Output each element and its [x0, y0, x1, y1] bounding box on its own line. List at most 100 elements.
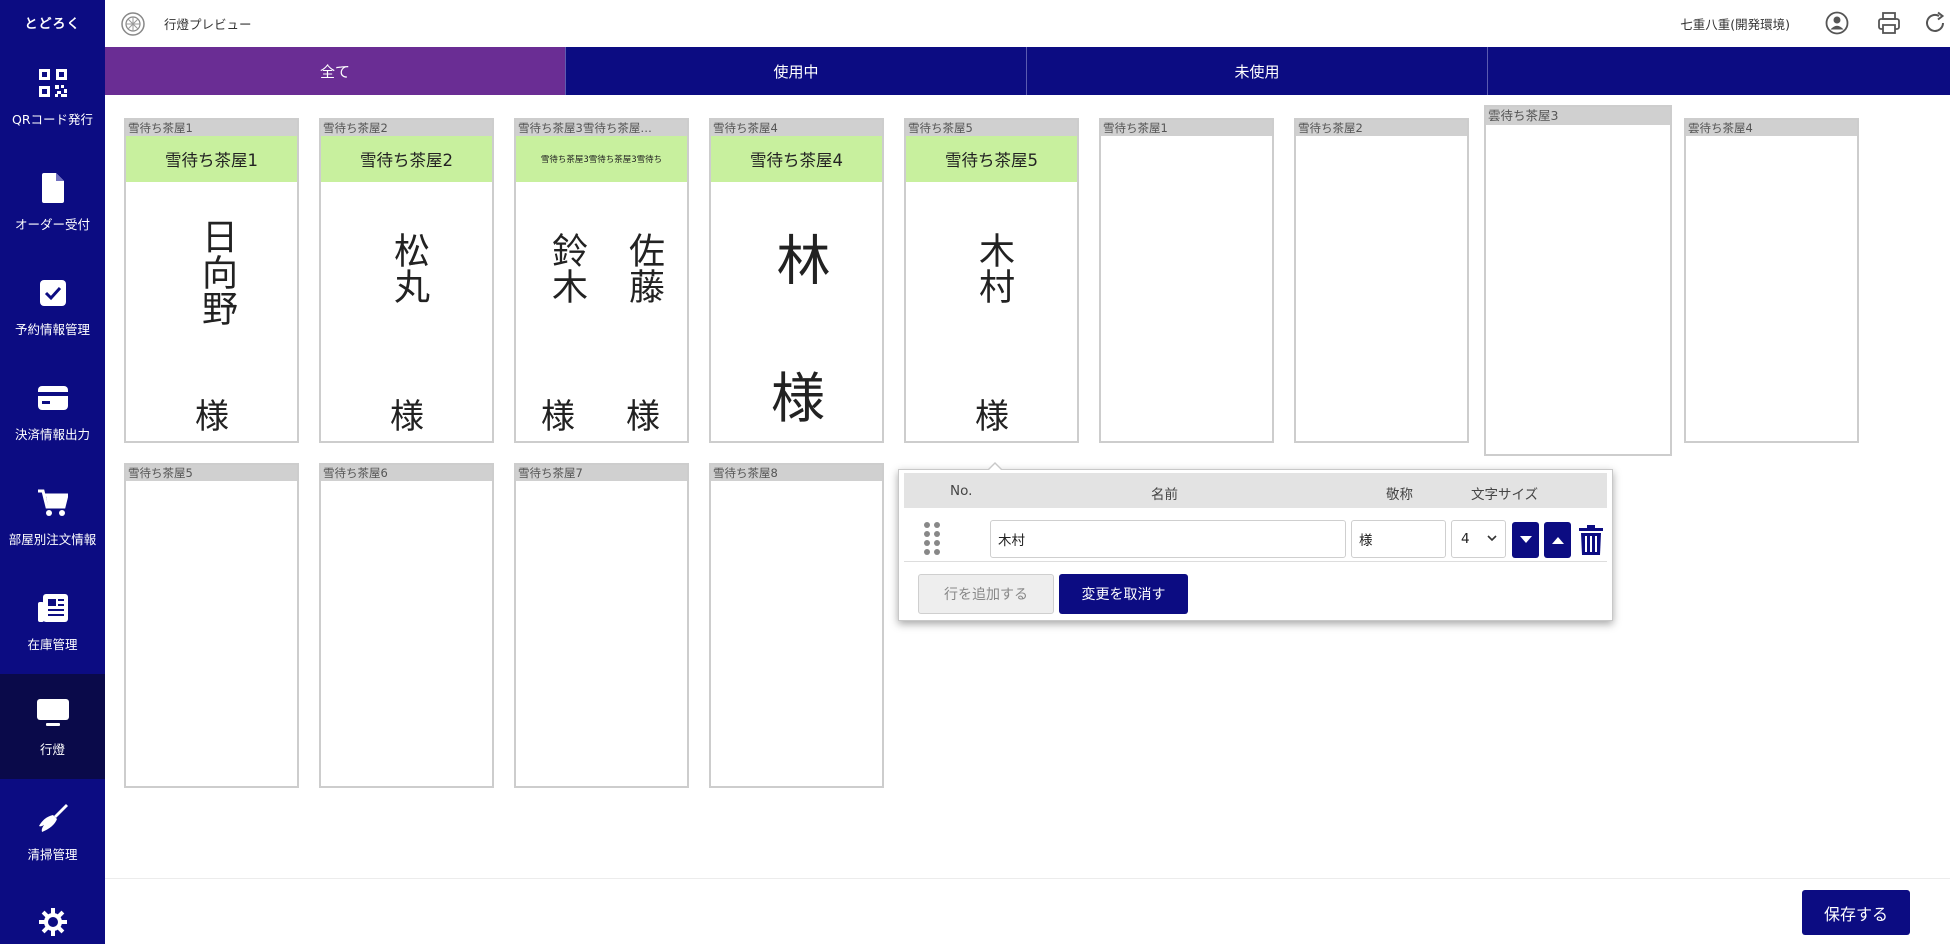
andon-card[interactable]: 雪待ち茶屋1 雪待ち茶屋1 日向野 様 [124, 118, 299, 443]
guest-name: 林 [767, 232, 830, 286]
card-header: 雪待ち茶屋2 [321, 120, 492, 136]
honorific: 様 [975, 397, 1009, 437]
guest-name: 鈴木 [546, 232, 587, 304]
honorific: 様 [771, 367, 825, 430]
andon-card[interactable]: 雪待ち茶屋2 雪待ち茶屋2 松丸 様 [319, 118, 494, 443]
caret-up-icon [1551, 537, 1564, 544]
sidebar: とどろく QRコード発行 オーダー受付 予約情報管理 決済情報出力 部屋別注文情… [0, 0, 105, 944]
andon-card[interactable]: 雪待ち茶屋4 雪待ち茶屋4 林 様 [709, 118, 884, 443]
editor-column-headers: No. 名前 敬称 文字サイズ [904, 473, 1607, 508]
card-body: 林 様 [711, 182, 882, 441]
popover-caret-inner [988, 464, 1002, 471]
card-header: 雲待ち茶屋3 [1486, 107, 1670, 125]
andon-card-empty[interactable]: 雪待ち茶屋1 [1099, 118, 1274, 443]
andon-card-empty[interactable]: 雪待ち茶屋2 [1294, 118, 1469, 443]
honorific: 様 [626, 397, 660, 437]
font-size-value: 4 [1461, 531, 1470, 547]
card-body: 日向野 様 [126, 182, 297, 441]
andon-card-empty[interactable]: 雪待ち茶屋7 [514, 463, 689, 788]
andon-card-empty[interactable]: 雪待ち茶屋6 [319, 463, 494, 788]
brand-logo[interactable]: とどろく [0, 0, 105, 44]
andon-card[interactable]: 雪待ち茶屋5 雪待ち茶屋5 木村 様 [904, 118, 1079, 443]
sidebar-item-payments[interactable]: 決済情報出力 [0, 359, 105, 464]
qr-code-icon [36, 66, 70, 100]
card-header: 雪待ち茶屋5 [906, 120, 1077, 136]
font-size-select[interactable]: 4 [1451, 520, 1506, 558]
tab-in-use[interactable]: 使用中 [566, 47, 1027, 95]
sidebar-item-label: 在庫管理 [27, 636, 78, 652]
crest-logo-icon [121, 11, 145, 36]
cart-icon [36, 486, 70, 520]
refresh-button[interactable] [1922, 10, 1948, 36]
andon-card-empty-hover[interactable]: 雲待ち茶屋3 [1484, 105, 1672, 456]
account-button[interactable] [1824, 10, 1850, 36]
sidebar-item-label: オーダー受付 [14, 216, 90, 232]
card-body: 鈴木 佐藤 様 様 [516, 182, 687, 441]
account-icon [1825, 11, 1849, 35]
sidebar-item-label: QRコード発行 [11, 111, 94, 127]
column-honorific: 敬称 [1386, 487, 1413, 503]
sidebar-item-qr[interactable]: QRコード発行 [0, 44, 105, 149]
tab-unused[interactable]: 未使用 [1027, 47, 1488, 95]
sidebar-item-reservations[interactable]: 予約情報管理 [0, 254, 105, 359]
filter-tabs: 全て 使用中 未使用 [105, 47, 1950, 95]
sidebar-item-label: 予約情報管理 [14, 321, 90, 337]
editor-row: 木村 様 4 [904, 510, 1607, 562]
name-input[interactable]: 木村 [990, 520, 1346, 558]
andon-card[interactable]: 雪待ち茶屋3雪待ち茶屋… 雪待ち茶屋3雪待ち茶屋3雪待ち 鈴木 佐藤 様 様 [514, 118, 689, 443]
move-down-button[interactable] [1512, 522, 1539, 558]
trash-icon [1579, 525, 1603, 555]
card-body: 木村 様 [906, 182, 1077, 441]
guest-name: 佐藤 [623, 232, 664, 304]
environment-label: 七重八重(開発環境) [1680, 17, 1790, 32]
move-up-button[interactable] [1544, 522, 1571, 558]
room-name-band: 雪待ち茶屋3雪待ち茶屋3雪待ち [516, 136, 687, 182]
sidebar-item-room-orders[interactable]: 部屋別注文情報 [0, 464, 105, 569]
sidebar-item-inventory[interactable]: 在庫管理 [0, 569, 105, 674]
honorific-input[interactable]: 様 [1351, 520, 1446, 558]
sidebar-item-label: 行燈 [39, 741, 65, 757]
sidebar-item-andon[interactable]: 行燈 [0, 674, 105, 779]
monitor-icon [36, 696, 70, 730]
sidebar-item-label: 部屋別注文情報 [8, 531, 97, 547]
column-name: 名前 [1151, 487, 1178, 503]
card-header: 雪待ち茶屋5 [126, 465, 297, 481]
tab-bar-filler [1488, 47, 1950, 95]
card-header: 雪待ち茶屋3雪待ち茶屋… [516, 120, 687, 136]
room-name-band: 雪待ち茶屋4 [711, 136, 882, 182]
settings-button[interactable] [0, 900, 105, 944]
guest-name: 松丸 [388, 232, 429, 304]
sidebar-item-orders[interactable]: オーダー受付 [0, 149, 105, 254]
checkbox-icon [36, 276, 70, 310]
room-name-band: 雪待ち茶屋1 [126, 136, 297, 182]
caret-down-icon [1519, 536, 1532, 543]
print-button[interactable] [1876, 10, 1902, 36]
sidebar-item-cleaning[interactable]: 清掃管理 [0, 779, 105, 884]
card-header: 雪待ち茶屋7 [516, 465, 687, 481]
honorific: 様 [541, 397, 575, 437]
andon-card-empty[interactable]: 雪待ち茶屋8 [709, 463, 884, 788]
save-button[interactable]: 保存する [1802, 890, 1910, 935]
delete-row-button[interactable] [1578, 522, 1604, 558]
card-header: 雪待ち茶屋1 [126, 120, 297, 136]
sidebar-item-label: 清掃管理 [27, 846, 78, 862]
honorific: 様 [390, 397, 424, 437]
tab-all[interactable]: 全て [105, 47, 566, 95]
add-row-button[interactable]: 行を追加する [918, 574, 1054, 614]
column-no: No. [950, 483, 973, 499]
refresh-icon [1926, 11, 1945, 32]
drag-handle-icon[interactable] [924, 522, 942, 556]
document-icon [36, 171, 70, 205]
chevron-down-icon [1487, 535, 1497, 542]
column-font-size: 文字サイズ [1471, 487, 1539, 503]
undo-changes-button[interactable]: 変更を取消す [1059, 574, 1188, 614]
print-icon [1878, 12, 1900, 34]
card-header: 雪待ち茶屋4 [711, 120, 882, 136]
guest-name: 木村 [973, 232, 1014, 304]
guest-name: 日向野 [196, 218, 237, 326]
card-header: 雲待ち茶屋4 [1686, 120, 1857, 136]
footer-divider [105, 878, 1950, 879]
andon-card-empty[interactable]: 雪待ち茶屋5 [124, 463, 299, 788]
card-header: 雪待ち茶屋8 [711, 465, 882, 481]
andon-card-empty[interactable]: 雲待ち茶屋4 [1684, 118, 1859, 443]
